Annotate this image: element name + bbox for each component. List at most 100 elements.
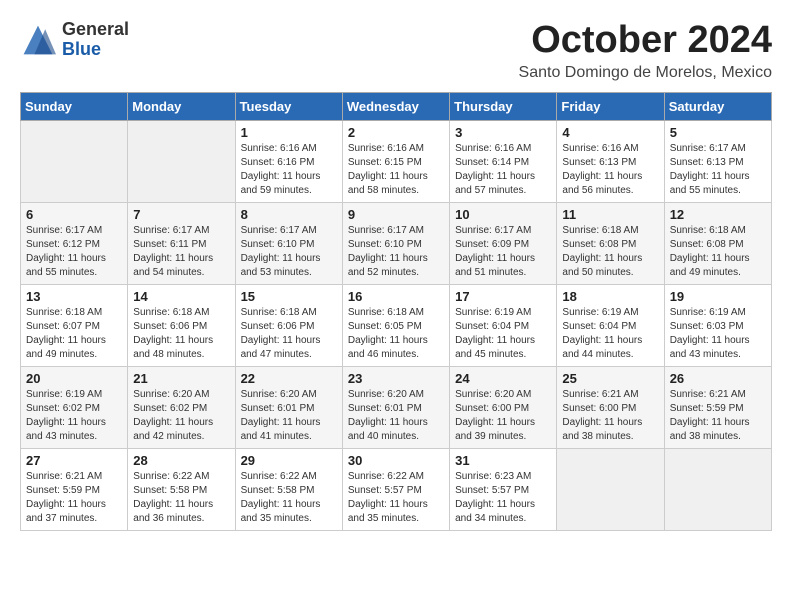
day-number: 20 [26, 371, 122, 386]
day-number: 16 [348, 289, 444, 304]
header-cell-monday: Monday [128, 92, 235, 120]
day-cell [21, 120, 128, 202]
day-info: Sunrise: 6:19 AM Sunset: 6:03 PM Dayligh… [670, 307, 750, 360]
day-number: 30 [348, 453, 444, 468]
day-number: 11 [562, 207, 658, 222]
day-cell: 1Sunrise: 6:16 AM Sunset: 6:16 PM Daylig… [235, 120, 342, 202]
day-cell: 2 Sunrise: 6:16 AM Sunset: 6:15 PM Daylig… [342, 120, 449, 202]
day-cell: 18 Sunrise: 6:19 AM Sunset: 6:04 PM Dayli… [557, 284, 664, 366]
day-number: 1 [241, 125, 337, 140]
day-info: Sunrise: 6:20 AM Sunset: 6:00 PM Dayligh… [455, 389, 535, 442]
day-cell: 30 Sunrise: 6:22 AM Sunset: 5:57 PM Dayli… [342, 448, 449, 530]
day-cell: 15Sunrise: 6:18 AM Sunset: 6:06 PM Dayli… [235, 284, 342, 366]
day-cell: 25 Sunrise: 6:21 AM Sunset: 6:00 PM Dayli… [557, 366, 664, 448]
day-info: Sunrise: 6:16 AM Sunset: 6:14 PM Dayligh… [455, 143, 535, 196]
day-info: Sunrise: 6:19 AM Sunset: 6:04 PM Dayligh… [562, 307, 642, 360]
day-info: Sunrise: 6:21 AM Sunset: 6:00 PM Dayligh… [562, 389, 642, 442]
location-title: Santo Domingo de Morelos, Mexico [519, 64, 772, 82]
day-number: 10 [455, 207, 551, 222]
day-cell: 4 Sunrise: 6:16 AM Sunset: 6:13 PM Daylig… [557, 120, 664, 202]
day-number: 24 [455, 371, 551, 386]
day-cell: 22 Sunrise: 6:20 AM Sunset: 6:01 PM Dayli… [235, 366, 342, 448]
day-info: Sunrise: 6:20 AM Sunset: 6:01 PM Dayligh… [241, 389, 321, 442]
day-number: 8 [241, 207, 337, 222]
day-number: 26 [670, 371, 766, 386]
day-cell: 19 Sunrise: 6:19 AM Sunset: 6:03 PM Dayli… [664, 284, 771, 366]
day-info: Sunrise: 6:17 AM Sunset: 6:12 PM Dayligh… [26, 225, 106, 278]
week-row-4: 20 Sunrise: 6:19 AM Sunset: 6:02 PM Dayli… [21, 366, 772, 448]
day-info: Sunrise: 6:16 AM Sunset: 6:15 PM Dayligh… [348, 143, 428, 196]
day-number: 18 [562, 289, 658, 304]
day-number: 25 [562, 371, 658, 386]
day-number: 3 [455, 125, 551, 140]
day-number: 21 [133, 371, 229, 386]
day-cell: 27 Sunrise: 6:21 AM Sunset: 5:59 PM Dayli… [21, 448, 128, 530]
month-title: October 2024 [519, 20, 772, 62]
day-info: Sunrise: 6:18 AM Sunset: 6:07 PM Dayligh… [26, 307, 106, 360]
day-cell: 17Sunrise: 6:19 AM Sunset: 6:04 PM Dayli… [450, 284, 557, 366]
day-info: Sunrise: 6:17 AM Sunset: 6:10 PM Dayligh… [241, 225, 321, 278]
day-number: 22 [241, 371, 337, 386]
day-info: Sunrise: 6:18 AM Sunset: 6:08 PM Dayligh… [562, 225, 642, 278]
calendar-table: SundayMondayTuesdayWednesdayThursdayFrid… [20, 92, 772, 531]
day-number: 28 [133, 453, 229, 468]
day-number: 27 [26, 453, 122, 468]
calendar-header: SundayMondayTuesdayWednesdayThursdayFrid… [21, 92, 772, 120]
day-info: Sunrise: 6:19 AM Sunset: 6:02 PM Dayligh… [26, 389, 106, 442]
day-info: Sunrise: 6:22 AM Sunset: 5:57 PM Dayligh… [348, 471, 428, 524]
logo-general-text: General [62, 20, 129, 40]
week-row-1: 1Sunrise: 6:16 AM Sunset: 6:16 PM Daylig… [21, 120, 772, 202]
day-number: 2 [348, 125, 444, 140]
day-info: Sunrise: 6:17 AM Sunset: 6:09 PM Dayligh… [455, 225, 535, 278]
day-number: 15 [241, 289, 337, 304]
day-cell [128, 120, 235, 202]
day-info: Sunrise: 6:17 AM Sunset: 6:13 PM Dayligh… [670, 143, 750, 196]
day-info: Sunrise: 6:17 AM Sunset: 6:11 PM Dayligh… [133, 225, 213, 278]
day-cell: 9 Sunrise: 6:17 AM Sunset: 6:10 PM Daylig… [342, 202, 449, 284]
day-cell: 26 Sunrise: 6:21 AM Sunset: 5:59 PM Dayli… [664, 366, 771, 448]
day-number: 6 [26, 207, 122, 222]
day-info: Sunrise: 6:17 AM Sunset: 6:10 PM Dayligh… [348, 225, 428, 278]
header-cell-tuesday: Tuesday [235, 92, 342, 120]
day-cell: 6 Sunrise: 6:17 AM Sunset: 6:12 PM Daylig… [21, 202, 128, 284]
day-cell [664, 448, 771, 530]
day-cell: 5Sunrise: 6:17 AM Sunset: 6:13 PM Daylig… [664, 120, 771, 202]
day-info: Sunrise: 6:21 AM Sunset: 5:59 PM Dayligh… [670, 389, 750, 442]
day-number: 31 [455, 453, 551, 468]
day-cell: 24 Sunrise: 6:20 AM Sunset: 6:00 PM Dayli… [450, 366, 557, 448]
day-number: 12 [670, 207, 766, 222]
day-cell: 3 Sunrise: 6:16 AM Sunset: 6:14 PM Daylig… [450, 120, 557, 202]
calendar-body: 1Sunrise: 6:16 AM Sunset: 6:16 PM Daylig… [21, 120, 772, 530]
logo: General Blue [20, 20, 129, 60]
header-cell-sunday: Sunday [21, 92, 128, 120]
day-cell: 8 Sunrise: 6:17 AM Sunset: 6:10 PM Daylig… [235, 202, 342, 284]
day-cell: 7Sunrise: 6:17 AM Sunset: 6:11 PM Daylig… [128, 202, 235, 284]
day-number: 14 [133, 289, 229, 304]
header-cell-thursday: Thursday [450, 92, 557, 120]
day-number: 29 [241, 453, 337, 468]
week-row-2: 6 Sunrise: 6:17 AM Sunset: 6:12 PM Daylig… [21, 202, 772, 284]
day-cell: 21 Sunrise: 6:20 AM Sunset: 6:02 PM Dayli… [128, 366, 235, 448]
day-cell: 20 Sunrise: 6:19 AM Sunset: 6:02 PM Dayli… [21, 366, 128, 448]
logo-icon [20, 22, 56, 58]
day-number: 4 [562, 125, 658, 140]
logo-text: General Blue [62, 20, 129, 60]
page-header: General Blue October 2024 Santo Domingo … [20, 20, 772, 82]
header-row: SundayMondayTuesdayWednesdayThursdayFrid… [21, 92, 772, 120]
day-number: 19 [670, 289, 766, 304]
day-info: Sunrise: 6:22 AM Sunset: 5:58 PM Dayligh… [133, 471, 213, 524]
day-info: Sunrise: 6:21 AM Sunset: 5:59 PM Dayligh… [26, 471, 106, 524]
day-info: Sunrise: 6:23 AM Sunset: 5:57 PM Dayligh… [455, 471, 535, 524]
day-info: Sunrise: 6:18 AM Sunset: 6:08 PM Dayligh… [670, 225, 750, 278]
week-row-5: 27 Sunrise: 6:21 AM Sunset: 5:59 PM Dayli… [21, 448, 772, 530]
day-info: Sunrise: 6:20 AM Sunset: 6:02 PM Dayligh… [133, 389, 213, 442]
day-cell: 12 Sunrise: 6:18 AM Sunset: 6:08 PM Dayli… [664, 202, 771, 284]
day-cell: 28 Sunrise: 6:22 AM Sunset: 5:58 PM Dayli… [128, 448, 235, 530]
day-number: 9 [348, 207, 444, 222]
day-info: Sunrise: 6:16 AM Sunset: 6:13 PM Dayligh… [562, 143, 642, 196]
header-cell-friday: Friday [557, 92, 664, 120]
week-row-3: 13Sunrise: 6:18 AM Sunset: 6:07 PM Dayli… [21, 284, 772, 366]
logo-blue-text: Blue [62, 40, 129, 60]
title-area: October 2024 Santo Domingo de Morelos, M… [519, 20, 772, 82]
day-cell [557, 448, 664, 530]
